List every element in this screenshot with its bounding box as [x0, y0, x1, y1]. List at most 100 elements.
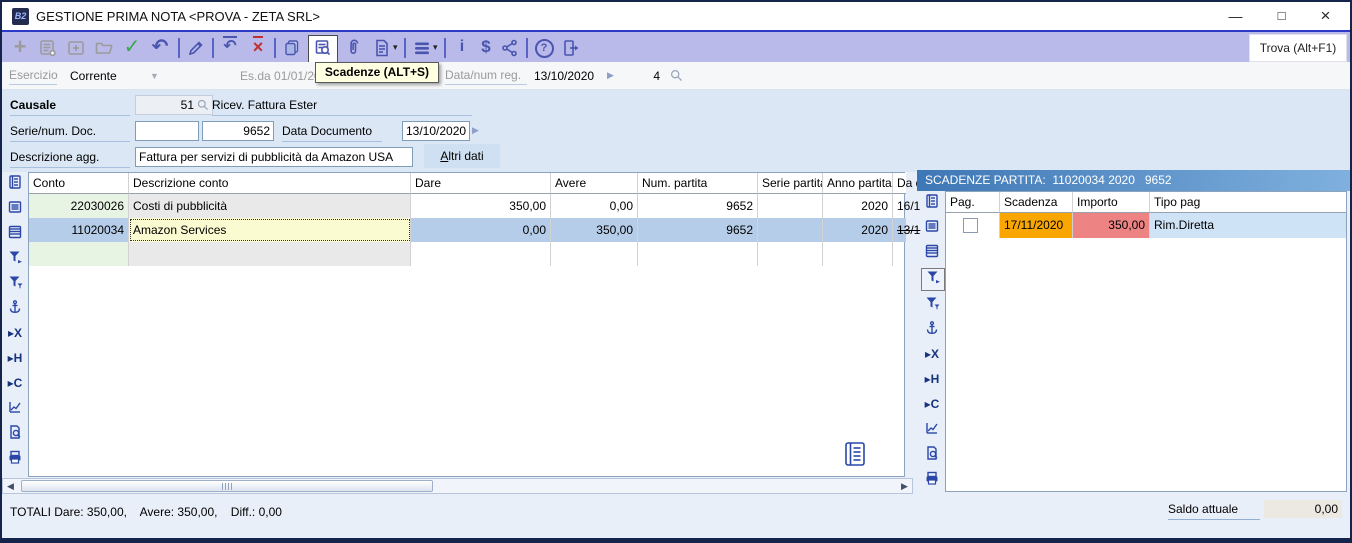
help-button[interactable]: ?: [532, 36, 556, 60]
column-header[interactable]: Dare: [411, 173, 551, 194]
column-header[interactable]: Serie partita: [758, 173, 823, 194]
anno-partita-cell[interactable]: 2020: [823, 194, 893, 218]
serie-partita-cell[interactable]: [758, 242, 823, 266]
da-data-cell[interactable]: 13/1: [893, 218, 906, 242]
scadenza-row[interactable]: 17/11/2020 350,00 Rim.Diretta: [946, 213, 1346, 238]
scroll-right-icon[interactable]: ▶: [898, 480, 911, 492]
serie-partita-cell[interactable]: [758, 194, 823, 218]
maximize-button[interactable]: □: [1259, 2, 1304, 30]
currency-button[interactable]: $: [474, 36, 498, 60]
conto-cell[interactable]: 11020034: [29, 218, 129, 242]
importo-cell[interactable]: 350,00: [1073, 213, 1150, 238]
serie-partita-cell[interactable]: [758, 218, 823, 242]
column-header[interactable]: Importo: [1073, 192, 1150, 213]
journal-view-icon[interactable]: [4, 174, 26, 195]
share-button[interactable]: [498, 36, 522, 60]
reg-number[interactable]: 4: [642, 69, 660, 83]
search-icon[interactable]: [197, 99, 209, 111]
scadenze-button[interactable]: [308, 35, 338, 63]
avere-cell[interactable]: [551, 242, 638, 266]
scadenza-cell[interactable]: 17/11/2020: [1000, 213, 1073, 238]
num-doc-field[interactable]: 9652: [202, 121, 274, 141]
restore-button[interactable]: ↶: [218, 36, 242, 60]
num-partita-cell[interactable]: 9652: [638, 218, 758, 242]
chevron-down-icon[interactable]: ▼: [150, 71, 159, 81]
print-icon[interactable]: [4, 449, 26, 470]
dare-cell[interactable]: [411, 242, 551, 266]
da-data-cell[interactable]: 16/1: [893, 194, 906, 218]
pag-cell[interactable]: [946, 213, 1000, 238]
arrow-right-icon[interactable]: ▶: [607, 70, 614, 81]
chart-icon[interactable]: [4, 399, 26, 420]
dare-cell[interactable]: 0,00: [411, 218, 551, 242]
anno-partita-cell[interactable]: [823, 242, 893, 266]
arrow-right-icon[interactable]: ▶: [472, 125, 479, 136]
chart-icon[interactable]: [921, 420, 943, 441]
column-header[interactable]: Avere: [551, 173, 638, 194]
column-header[interactable]: Descrizione conto: [129, 173, 411, 194]
new-from-list-button[interactable]: [36, 36, 60, 60]
column-header[interactable]: Tipo pag: [1150, 192, 1346, 213]
descrizione-field[interactable]: Fattura per servizi di pubblicità da Ama…: [135, 147, 413, 167]
column-header[interactable]: Scadenza: [1000, 192, 1073, 213]
goto-x-icon[interactable]: ▸X: [921, 345, 943, 366]
new-record-button[interactable]: +: [8, 36, 32, 60]
dare-cell[interactable]: 350,00: [411, 194, 551, 218]
table-row[interactable]: 22030026 Costi di pubblicità 350,00 0,00…: [29, 194, 904, 218]
list-view-icon[interactable]: [4, 199, 26, 220]
print-preview-icon[interactable]: [921, 445, 943, 466]
close-button[interactable]: ×: [1303, 2, 1348, 30]
column-header[interactable]: Conto: [29, 173, 129, 194]
attachments-button[interactable]: [342, 36, 366, 60]
descrizione-cell-focused[interactable]: Amazon Services: [129, 218, 411, 242]
scroll-left-icon[interactable]: ◀: [4, 480, 17, 492]
copy-button[interactable]: [280, 36, 304, 60]
table-row-empty[interactable]: [29, 242, 904, 266]
filter-funnel-icon[interactable]: [921, 295, 943, 316]
data-num-reg-value[interactable]: 13/10/2020: [534, 69, 594, 83]
num-partita-cell[interactable]: [638, 242, 758, 266]
data-documento-field[interactable]: 13/10/2020: [402, 121, 470, 141]
undo-button[interactable]: ↶: [148, 36, 172, 60]
altri-dati-button[interactable]: Altri dati: [424, 144, 500, 168]
journal-view-icon[interactable]: [921, 193, 943, 214]
column-header[interactable]: Pag.: [946, 192, 1000, 213]
new-window-button[interactable]: [64, 36, 88, 60]
conto-cell[interactable]: 22030026: [29, 194, 129, 218]
goto-c-icon[interactable]: ▸C: [4, 374, 26, 395]
conto-cell[interactable]: [29, 242, 129, 266]
confirm-button[interactable]: ✓: [120, 36, 144, 60]
chevron-down-icon[interactable]: ▾: [433, 42, 438, 53]
list-view-icon[interactable]: [921, 218, 943, 239]
documents-button[interactable]: [370, 36, 394, 60]
info-button[interactable]: i: [450, 36, 474, 60]
descrizione-cell[interactable]: [129, 242, 411, 266]
filter-arrow-icon-selected[interactable]: [921, 268, 945, 291]
anchor-icon[interactable]: [921, 320, 943, 341]
tipo-pag-cell[interactable]: Rim.Diretta: [1150, 213, 1346, 238]
avere-cell[interactable]: 350,00: [551, 218, 638, 242]
column-header[interactable]: Da d: [893, 173, 906, 194]
goto-h-icon[interactable]: ▸H: [4, 349, 26, 370]
pag-checkbox[interactable]: [963, 218, 978, 233]
avere-cell[interactable]: 0,00: [551, 194, 638, 218]
edit-button[interactable]: [184, 36, 208, 60]
anchor-icon[interactable]: [4, 299, 26, 320]
goto-c-icon[interactable]: ▸C: [921, 395, 943, 416]
anno-partita-cell[interactable]: 2020: [823, 218, 893, 242]
serie-field[interactable]: [135, 121, 199, 141]
menu-button[interactable]: [410, 36, 434, 60]
print-icon[interactable]: [921, 470, 943, 491]
descrizione-cell[interactable]: Costi di pubblicità: [129, 194, 411, 218]
da-data-cell[interactable]: [893, 242, 906, 266]
filter-arrow-icon[interactable]: [4, 249, 26, 270]
horizontal-scrollbar[interactable]: ◀ ▶: [2, 478, 913, 494]
goto-h-icon[interactable]: ▸H: [921, 370, 943, 391]
column-header[interactable]: Num. partita: [638, 173, 758, 194]
find-button[interactable]: Trova (Alt+F1): [1249, 34, 1347, 62]
minimize-button[interactable]: —: [1213, 2, 1258, 30]
exit-button[interactable]: [560, 36, 584, 60]
delete-button[interactable]: ×: [246, 36, 270, 60]
open-button[interactable]: [92, 36, 116, 60]
esercizio-select[interactable]: Corrente: [70, 69, 117, 83]
